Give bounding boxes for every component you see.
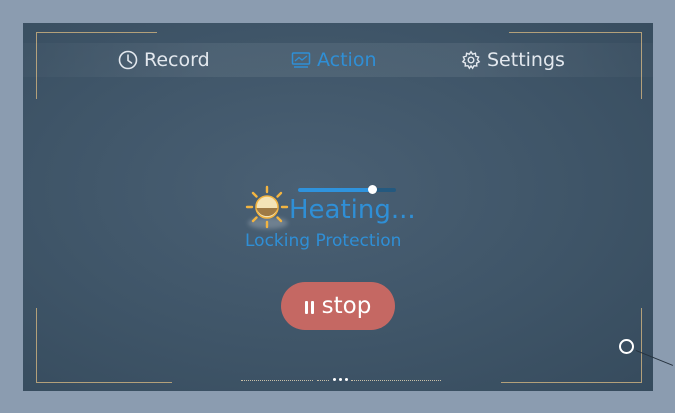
status-title: Heating... [289, 195, 416, 225]
tab-record[interactable]: Record [118, 47, 210, 73]
sun-icon [245, 185, 289, 229]
page-dot[interactable] [333, 378, 336, 381]
page-indicator-track-right [351, 380, 441, 381]
tab-settings-label: Settings [487, 49, 565, 71]
corner-bracket-bottom-left [36, 308, 172, 383]
gear-icon [461, 50, 481, 70]
status-subtitle: Locking Protection [245, 231, 402, 251]
stop-button[interactable]: stop [281, 282, 395, 330]
page-indicator-track-left [241, 380, 313, 381]
tab-action[interactable]: Action [291, 47, 377, 73]
tab-action-label: Action [317, 49, 377, 71]
page-dot[interactable] [339, 378, 342, 381]
page-indicator [241, 378, 441, 382]
stop-button-label: stop [321, 293, 372, 319]
floating-drag-handle[interactable] [619, 339, 634, 354]
clock-icon [118, 50, 138, 70]
heat-level-fill [298, 188, 372, 192]
heat-level-slider[interactable] [298, 185, 396, 194]
page-dot[interactable] [345, 378, 348, 381]
heat-level-knob[interactable] [367, 185, 377, 194]
pause-icon [304, 300, 314, 314]
device-screen: Record Action Settings Heating... Lockin… [23, 23, 653, 391]
heating-status: Heating... Locking Protection [245, 183, 445, 293]
tab-settings[interactable]: Settings [461, 47, 565, 73]
page-indicator-track-mid [317, 380, 329, 381]
tab-record-label: Record [144, 49, 210, 71]
monitor-icon [291, 51, 311, 69]
